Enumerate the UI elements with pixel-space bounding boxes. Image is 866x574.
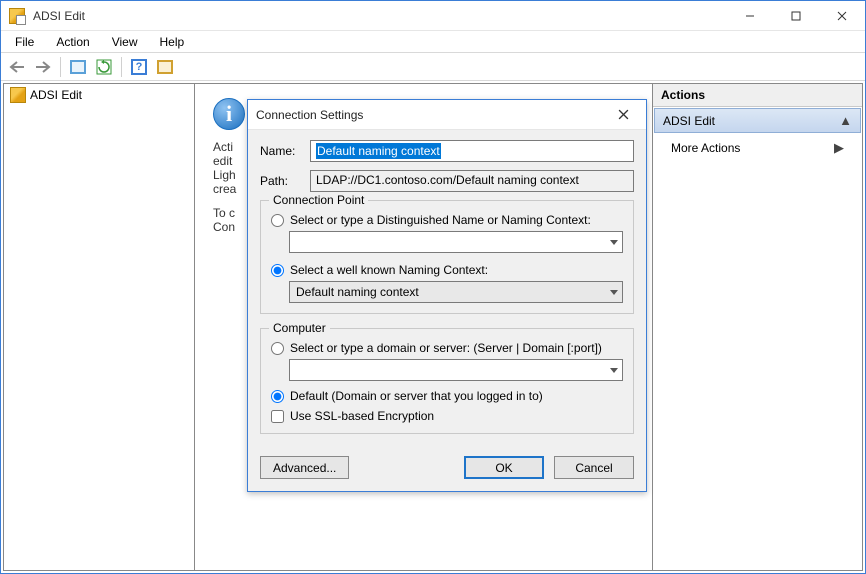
comp-radio-default-label: Default (Domain or server that you logge… [290, 389, 543, 403]
submenu-icon: ▶ [834, 140, 844, 156]
forward-button[interactable] [31, 56, 55, 78]
chevron-down-icon [610, 290, 618, 295]
comp-server-combo[interactable] [289, 359, 623, 381]
cp-radio-wellknown[interactable] [271, 264, 284, 277]
actions-more[interactable]: More Actions ▶ [653, 134, 862, 162]
menu-action[interactable]: Action [46, 33, 99, 51]
comp-radio-server[interactable] [271, 342, 284, 355]
menu-view[interactable]: View [102, 33, 148, 51]
comp-radio-default[interactable] [271, 390, 284, 403]
toolbar-separator [60, 57, 61, 77]
info-icon: i [213, 98, 245, 130]
maximize-button[interactable] [773, 1, 819, 31]
name-label: Name: [260, 144, 302, 158]
app-icon [9, 8, 25, 24]
computer-legend: Computer [269, 321, 330, 335]
toolbar-separator [121, 57, 122, 77]
connection-point-legend: Connection Point [269, 193, 368, 207]
advanced-button[interactable]: Advanced... [260, 456, 349, 479]
toolbar: ? [1, 53, 865, 81]
path-value: LDAP://DC1.contoso.com/Default naming co… [316, 173, 579, 187]
actions-group[interactable]: ADSI Edit ▲ [654, 108, 861, 133]
menu-file[interactable]: File [5, 33, 44, 51]
computer-group: Computer Select or type a domain or serv… [260, 328, 634, 434]
help-button[interactable]: ? [127, 56, 151, 78]
actions-more-label: More Actions [671, 141, 740, 155]
cp-wellknown-value: Default naming context [296, 285, 419, 299]
connection-settings-dialog: Connection Settings Name: Default naming… [247, 99, 647, 492]
show-hide-tree-button[interactable] [66, 56, 90, 78]
menu-help[interactable]: Help [150, 33, 195, 51]
path-label: Path: [260, 174, 302, 188]
tree-root[interactable]: ADSI Edit [4, 84, 194, 106]
show-hide-action-pane-button[interactable] [153, 56, 177, 78]
ssl-checkbox[interactable] [271, 410, 284, 423]
window-title: ADSI Edit [31, 9, 85, 23]
panel-icon [70, 60, 86, 74]
titlebar: ADSI Edit [1, 1, 865, 31]
panel-icon [157, 60, 173, 74]
ok-button[interactable]: OK [464, 456, 544, 479]
actions-group-label: ADSI Edit [663, 114, 715, 128]
actions-header: Actions [653, 84, 862, 107]
menubar: File Action View Help [1, 31, 865, 53]
close-button[interactable] [819, 1, 865, 31]
adsi-icon [10, 87, 26, 103]
minimize-button[interactable] [727, 1, 773, 31]
ssl-label: Use SSL-based Encryption [290, 409, 434, 423]
cp-radio-wellknown-label: Select a well known Naming Context: [290, 263, 488, 277]
cp-dn-combo[interactable] [289, 231, 623, 253]
cp-radio-dn-label: Select or type a Distinguished Name or N… [290, 213, 591, 227]
cp-radio-dn[interactable] [271, 214, 284, 227]
comp-radio-server-label: Select or type a domain or server: (Serv… [290, 341, 602, 355]
refresh-button[interactable] [92, 56, 116, 78]
name-input[interactable]: Default naming context [310, 140, 634, 162]
help-icon: ? [131, 59, 147, 75]
chevron-down-icon [610, 240, 618, 245]
dialog-titlebar[interactable]: Connection Settings [248, 100, 646, 130]
connection-point-group: Connection Point Select or type a Distin… [260, 200, 634, 314]
path-input: LDAP://DC1.contoso.com/Default naming co… [310, 170, 634, 192]
dialog-close-button[interactable] [608, 100, 638, 130]
tree-pane[interactable]: ADSI Edit [3, 83, 195, 571]
collapse-icon: ▲ [839, 113, 852, 128]
chevron-down-icon [610, 368, 618, 373]
name-value: Default naming context [316, 143, 441, 159]
back-button[interactable] [5, 56, 29, 78]
tree-root-label: ADSI Edit [30, 88, 82, 102]
actions-pane: Actions ADSI Edit ▲ More Actions ▶ [653, 83, 863, 571]
cancel-button[interactable]: Cancel [554, 456, 634, 479]
cp-wellknown-combo[interactable]: Default naming context [289, 281, 623, 303]
dialog-title: Connection Settings [256, 108, 608, 122]
